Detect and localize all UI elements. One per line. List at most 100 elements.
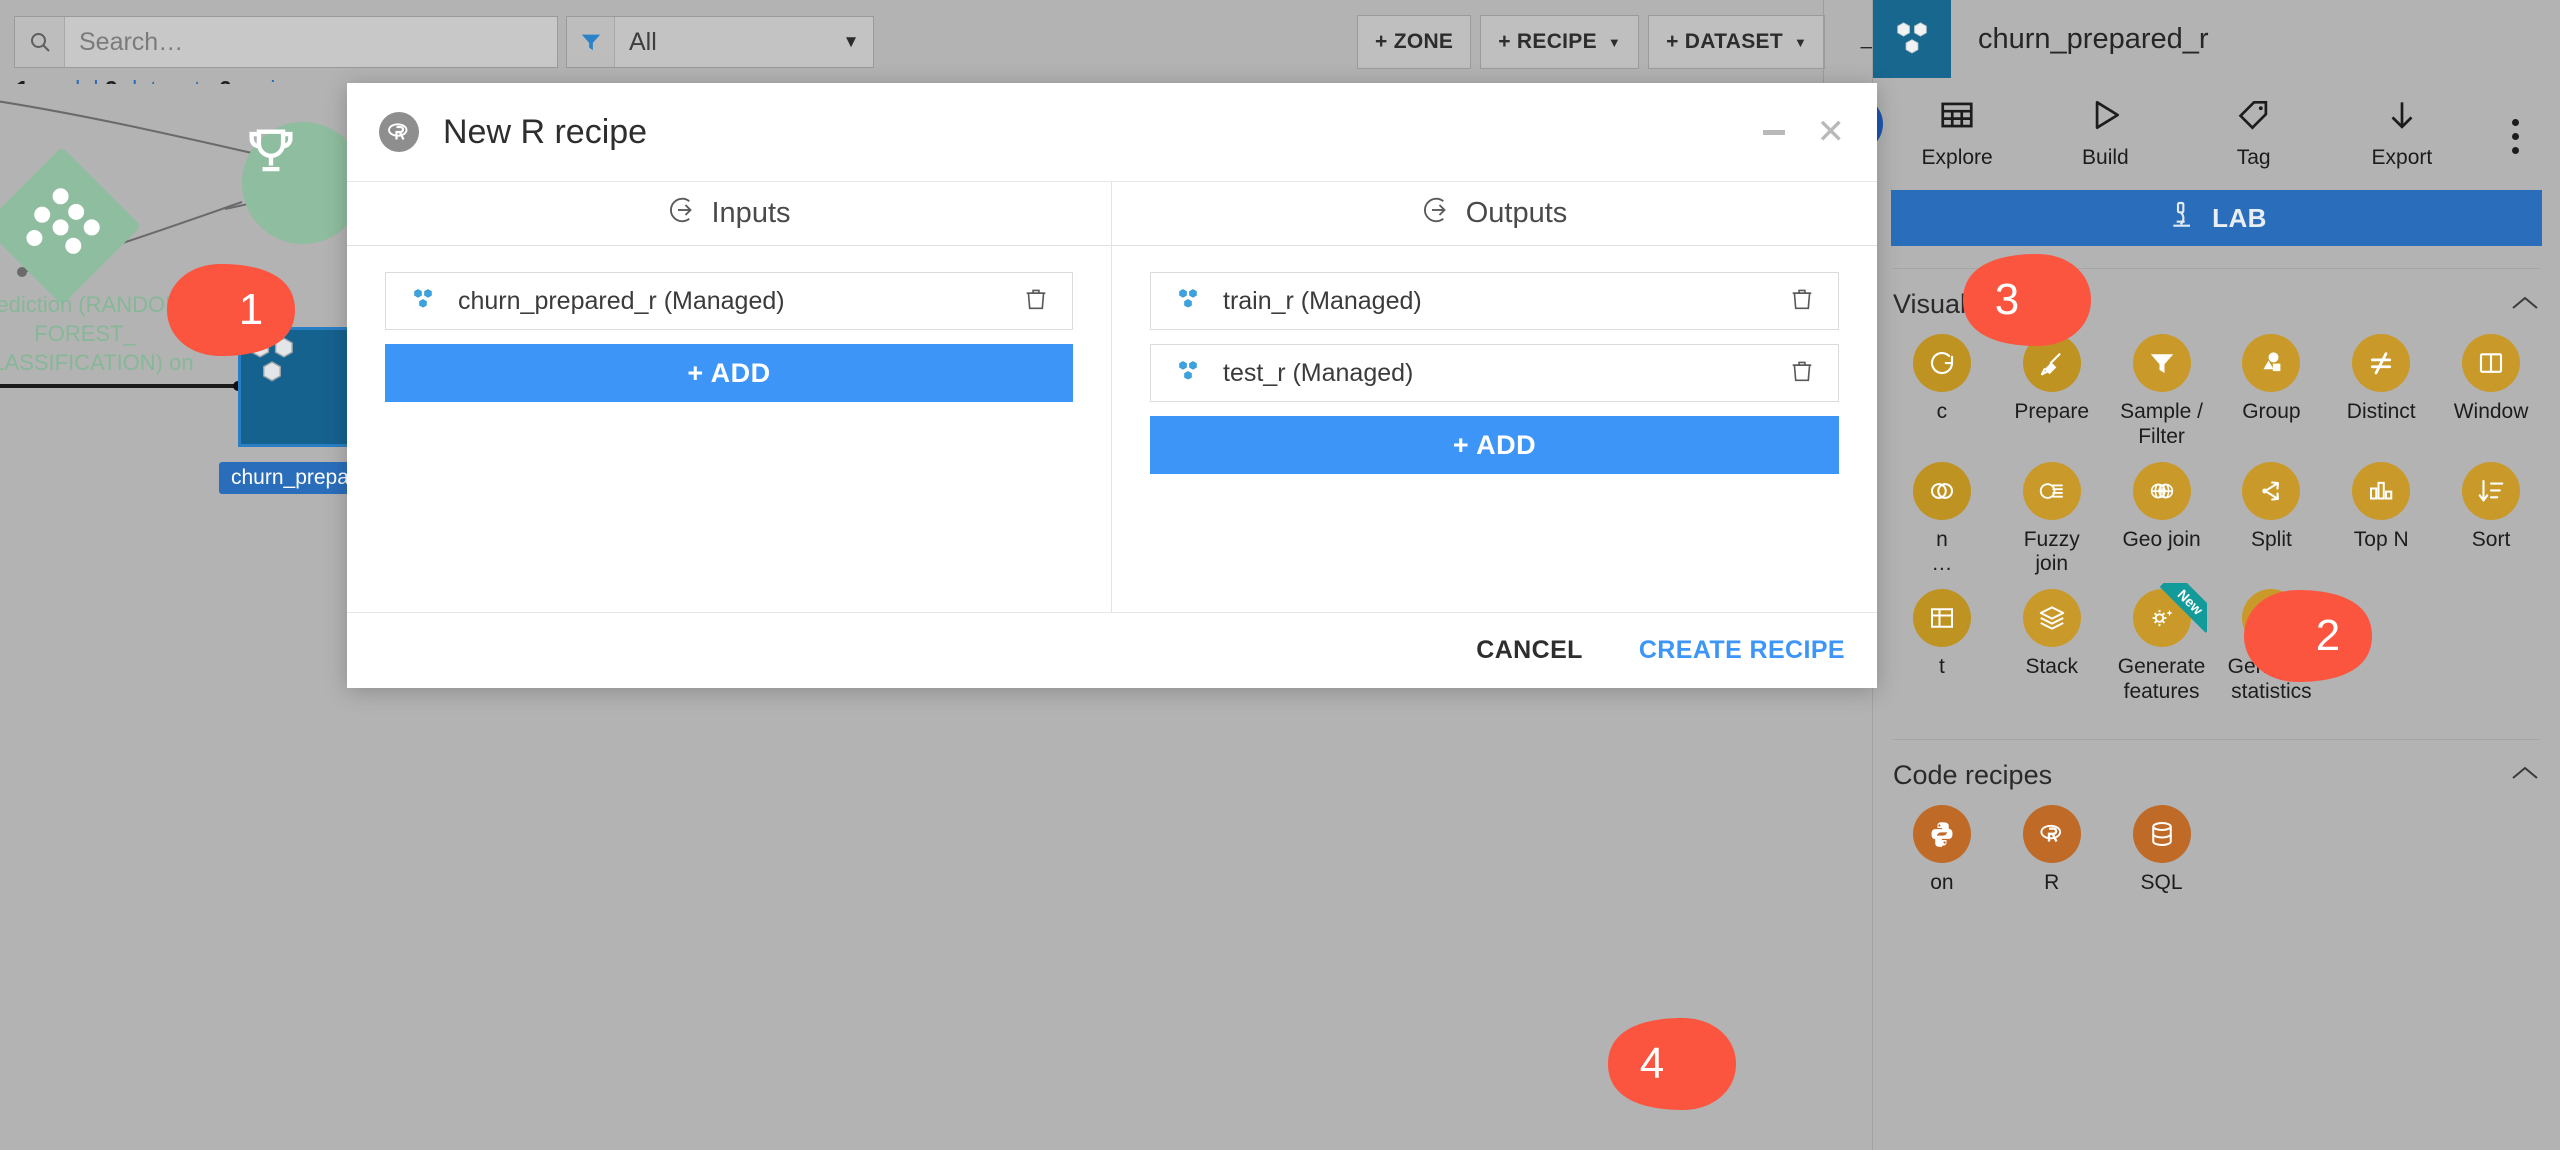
layers-icon (2022, 589, 2081, 648)
visual-recipe-sample-filter[interactable]: Sample / Filter (2107, 334, 2217, 450)
toolbar-buttons: + ZONE + RECIPE ▼ + DATASET ▼ (1357, 15, 1826, 69)
tag-action[interactable]: Tag (2180, 96, 2328, 184)
tag-label: Tag (2236, 146, 2271, 169)
visual-recipe-generate-features[interactable]: New Generate features (2107, 583, 2217, 705)
visual-recipe-label: Group (2242, 400, 2301, 423)
outputs-column: Outputs train_r (Managed) test_r (Managed… (1112, 182, 1877, 612)
trash-icon[interactable] (1788, 285, 1816, 318)
visual-recipe-sort[interactable]: Sort (2436, 461, 2546, 578)
arrow-into-circle-icon (1422, 195, 1452, 233)
chevron-down-icon: ▼ (1607, 34, 1622, 50)
code-recipes-title: Code recipes (1893, 759, 2053, 790)
python-icon (1912, 804, 1971, 863)
chevron-up-icon[interactable] (2510, 291, 2540, 319)
visual-recipe-label: Sort (2471, 527, 2511, 551)
dataset-cube-icon (1175, 286, 1201, 317)
right-panel-header: churn_prepared_r (1873, 0, 2560, 78)
geo-join-icon (2132, 461, 2191, 520)
code-recipe-label: R (2044, 870, 2060, 894)
close-icon[interactable]: ✕ (1817, 115, 1846, 149)
filter-dropdown[interactable]: All ▼ (566, 16, 874, 68)
visual-recipe-split[interactable]: Split (2216, 461, 2326, 578)
visual-recipe-fuzzy-join[interactable]: Fuzzy join (1997, 461, 2107, 578)
lab-button-label: LAB (2212, 202, 2267, 233)
flow-node-saved-model[interactable] (242, 122, 364, 244)
visual-recipe-label: Geo join (2122, 527, 2201, 551)
play-icon (2086, 96, 2124, 139)
visual-recipe-top-n[interactable]: Top N (2326, 461, 2436, 578)
search-box[interactable] (14, 16, 558, 68)
outputs-heading-label: Outputs (1465, 197, 1568, 229)
modal-columns: Inputs churn_prepared_r (Managed) + ADD (347, 182, 1877, 612)
fuzzy-join-icon (2022, 461, 2081, 520)
step-marker-2-number: 2 (2315, 611, 2341, 660)
chevron-down-icon: ▼ (842, 32, 860, 51)
code-recipe-python[interactable]: on (1887, 804, 1997, 896)
sort-descending-icon (2462, 461, 2521, 520)
chevron-down-icon: ▼ (1793, 34, 1808, 50)
right-panel-title: churn_prepared_r (1978, 22, 2209, 55)
chevron-up-icon[interactable] (2510, 761, 2540, 789)
toolbar-divider (1823, 0, 1824, 84)
visual-recipe-stack[interactable]: Stack (1997, 589, 2107, 705)
explore-action[interactable]: Explore (1883, 96, 2031, 184)
visual-recipe-window[interactable]: Window (2436, 334, 2546, 450)
add-zone-button[interactable]: + ZONE (1357, 15, 1472, 69)
input-dataset-name: churn_prepared_r (Managed) (458, 286, 785, 315)
cancel-button[interactable]: CANCEL (1476, 636, 1583, 665)
code-recipes-grid: on R SQL (1873, 791, 2560, 908)
build-action[interactable]: Build (2031, 96, 2179, 184)
visual-recipe-distinct[interactable]: Distinct (2326, 334, 2436, 450)
output-dataset-row[interactable]: test_r (Managed) (1150, 344, 1839, 402)
visual-recipe-geo-join[interactable]: Geo join (2107, 461, 2217, 578)
visual-recipes-grid: c Prepare Sample / Filter Group Distinct Wind… (1873, 320, 2560, 717)
more-vertical-icon[interactable] (2476, 119, 2554, 184)
visual-recipe-prepare[interactable]: Prepare (1997, 334, 2107, 450)
step-marker-3-number: 3 (1994, 275, 2020, 324)
visual-recipe-label: Sample / Filter (2120, 400, 2203, 448)
code-recipe-sql[interactable]: SQL (2107, 804, 2217, 896)
input-dataset-row[interactable]: churn_prepared_r (Managed) (385, 272, 1073, 330)
r-language-icon (2022, 804, 2081, 863)
right-panel-actions: Explore Build Tag Export (1873, 78, 2560, 184)
modal-window-controls: ✕ (1762, 115, 1846, 149)
lab-button[interactable]: LAB (1891, 190, 2542, 246)
search-icon (15, 17, 65, 67)
code-recipe-r[interactable]: R (1997, 804, 2107, 896)
code-recipes-section-header[interactable]: Code recipes (1893, 738, 2540, 791)
explore-label: Explore (1921, 146, 1993, 169)
create-recipe-button[interactable]: CREATE RECIPE (1639, 636, 1845, 665)
inputs-add-button[interactable]: + ADD (385, 344, 1073, 402)
add-dataset-label: + DATASET (1666, 30, 1783, 53)
minimize-icon[interactable] (1762, 129, 1785, 135)
output-dataset-row[interactable]: train_r (Managed) (1150, 272, 1839, 330)
group-shapes-icon (2242, 334, 2301, 392)
trash-icon[interactable] (1022, 285, 1050, 318)
gear-sparkle-icon: New (2132, 583, 2207, 648)
visual-recipe-join[interactable]: n … (1887, 461, 1997, 578)
step-marker-4-number: 4 (1639, 1039, 1665, 1088)
inputs-body: churn_prepared_r (Managed) + ADD (347, 246, 1111, 402)
trash-icon[interactable] (1788, 357, 1816, 390)
dataset-cube-icon (1175, 358, 1201, 389)
outputs-add-button[interactable]: + ADD (1150, 416, 1839, 474)
visual-recipe-pivot[interactable]: t (1887, 589, 1997, 705)
visual-recipe-label: Split (2250, 527, 2292, 551)
add-recipe-label: + RECIPE (1498, 30, 1597, 53)
right-side-panel: churn_prepared_r Explore Build Tag Expor… (1827, 0, 2560, 1150)
visual-recipe-group[interactable]: Group (2216, 334, 2326, 450)
step-marker-3: 3 (1945, 252, 2095, 348)
code-recipe-label: SQL (2140, 870, 2183, 894)
visual-recipe-label: Prepare (2014, 400, 2090, 423)
export-action[interactable]: Export (2328, 96, 2476, 184)
code-recipe-label: on (1930, 870, 1954, 894)
inputs-heading: Inputs (347, 182, 1111, 246)
visual-recipe-label: Fuzzy join (2023, 527, 2080, 576)
dice-icon (6, 170, 118, 282)
add-recipe-button[interactable]: + RECIPE ▼ (1480, 15, 1640, 69)
search-input[interactable] (65, 17, 557, 67)
visual-recipe-sync[interactable]: c (1887, 334, 1997, 450)
tag-icon (2235, 96, 2273, 139)
output-dataset-name: test_r (Managed) (1223, 358, 1414, 387)
add-dataset-button[interactable]: + DATASET ▼ (1648, 15, 1826, 69)
